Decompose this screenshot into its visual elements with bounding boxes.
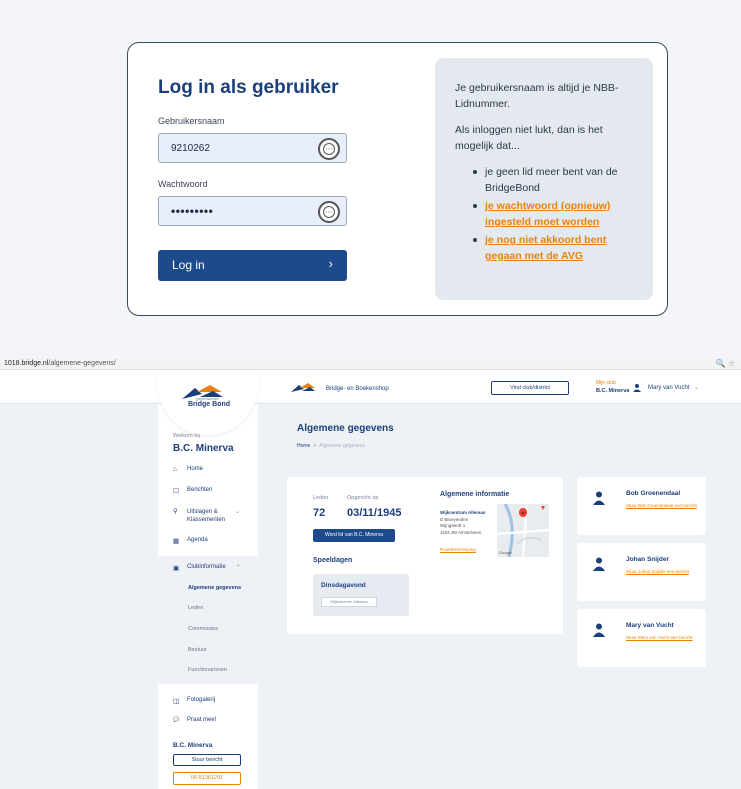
user-menu[interactable]: Mary van Vucht — [648, 385, 689, 391]
breadcrumb: Home > Algemene gegevens — [297, 443, 365, 449]
sidebar-sub-algemene-gegevens[interactable]: Algemene gegevens — [188, 585, 241, 591]
login-button-label: Log in — [172, 258, 205, 272]
logo-text: Bridge Bond — [188, 401, 230, 408]
password-manager-icon[interactable]: ⋯ — [318, 138, 340, 160]
person-icon — [593, 491, 605, 505]
route-link[interactable]: Routebeschrijving — [440, 547, 476, 552]
sidebar-sub-commissies[interactable]: Commissies — [188, 626, 218, 632]
home-icon: ⌂ — [173, 466, 177, 473]
contact-message-link[interactable]: Stuur Johan Snijder een bericht — [626, 568, 702, 575]
person-icon — [593, 623, 605, 637]
chevron-up-icon[interactable]: ⌃ — [236, 564, 241, 571]
login-card: Log in als gebruiker Gebruikersnaam 9210… — [127, 42, 668, 316]
sidebar-item-agenda[interactable]: ▦ Agenda — [173, 537, 208, 545]
reset-password-link[interactable]: je wachtwoord (opnieuw) ingesteld moet w… — [485, 200, 610, 228]
sidebar-item-berichten[interactable]: ☐ Berichten — [173, 487, 212, 495]
contact-name: Bob Groenendaal — [626, 490, 681, 497]
avg-agreement-link[interactable]: je nog niet akkoord bent gegaan met de A… — [485, 234, 606, 262]
location-map[interactable]: Google — [497, 504, 549, 557]
sidebar-item-fotogalerij[interactable]: ◫ Fotogalerij — [173, 697, 215, 705]
username-label: Gebruikersnaam — [158, 116, 225, 126]
password-label: Wachtwoord — [158, 179, 208, 189]
login-button[interactable]: Log in › — [158, 250, 347, 281]
user-icon — [633, 384, 641, 392]
founded-label: Opgericht op — [347, 495, 379, 501]
find-club-button[interactable]: Vind club/district — [491, 381, 569, 395]
help-text-username: Je gebruikersnaam is altijd je NBB-Lidnu… — [455, 82, 619, 110]
site-header: Bridge- en Boekenshop Vind club/district… — [0, 371, 741, 404]
my-club-label: Mijn club — [596, 380, 616, 386]
members-label: Leden — [313, 495, 329, 501]
info-icon: ▣ — [173, 565, 180, 572]
sidebar-item-uitslagen[interactable]: ⚲ Uitslagen & Klassementen ⌄ — [173, 508, 240, 524]
login-help-box: Je gebruikersnaam is altijd je NBB-Lidnu… — [435, 58, 653, 300]
page-title: Algemene gegevens — [297, 423, 394, 434]
calendar-icon: ▦ — [173, 538, 180, 545]
general-info-title: Algemene informatie — [440, 491, 510, 498]
contact-card: Bob Groenendaal Stuur Bob Groenendaal ee… — [577, 477, 706, 535]
my-club-name[interactable]: B.C. Minerva — [596, 388, 629, 394]
sidebar-club-name: B.C. Minerva — [173, 742, 213, 749]
help-text-intro: Als inloggen niet lukt, dan is het mogel… — [455, 124, 603, 152]
login-section: Log in als gebruiker Gebruikersnaam 9210… — [0, 0, 741, 358]
browser-address-bar[interactable]: 1018.bridge.nl/algemene-gegevens/ 🔍 ☆ — [0, 358, 741, 370]
sidebar-item-praat-mee[interactable]: 💬 Praat mee! — [173, 717, 216, 723]
club-title: B.C. Minerva — [173, 443, 234, 454]
contact-message-link[interactable]: Stuur Bob Groenendaal een bericht — [626, 502, 702, 509]
playing-days-title: Speeldagen — [313, 557, 353, 564]
address: Wijkcentrum Alleman D Bloeyenden Wijngae… — [440, 510, 486, 535]
map-graphic: Google — [497, 504, 549, 557]
send-message-button[interactable]: Stuur bericht — [173, 754, 241, 766]
phone-button[interactable]: 06-51361291 — [173, 772, 241, 785]
founded-value: 03/11/1945 — [347, 507, 402, 519]
sidebar-submenu — [158, 556, 258, 682]
breadcrumb-home[interactable]: Home — [297, 443, 310, 449]
password-field[interactable]: ••••••••• ⋯ — [158, 196, 347, 226]
sidebar-item-home[interactable]: ⌂ Home — [173, 466, 203, 473]
help-item-no-member: je geen lid meer bent van de BridgeBond — [473, 164, 633, 196]
bridgebond-small-logo-icon[interactable] — [290, 382, 316, 394]
url-text[interactable]: 1018.bridge.nl/algemene-gegevens/ — [4, 360, 116, 367]
login-title: Log in als gebruiker — [158, 77, 339, 98]
breadcrumb-current: Algemene gegevens — [319, 443, 365, 449]
chevron-down-icon[interactable]: ⌄ — [235, 508, 240, 516]
person-icon — [593, 557, 605, 571]
zoom-icon[interactable]: 🔍 ☆ — [716, 359, 735, 368]
message-icon: ☐ — [173, 488, 179, 495]
camera-icon: ◫ — [173, 698, 180, 705]
contact-message-link[interactable]: Stuur Mary van Vucht een bericht — [626, 634, 702, 641]
password-manager-icon[interactable]: ⋯ — [318, 201, 340, 223]
trophy-icon: ⚲ — [173, 508, 178, 515]
contact-name: Mary van Vucht — [626, 622, 674, 629]
playing-day-card: Dinsdagavond Wijkcentrum Alleman — [313, 574, 409, 616]
breadcrumb-separator: > — [313, 443, 317, 449]
password-value: ••••••••• — [171, 204, 214, 218]
contact-name: Johan Snijder — [626, 556, 669, 563]
become-member-button[interactable]: Word lid van B.C. Minerva — [313, 529, 395, 542]
svg-text:Google: Google — [499, 550, 513, 555]
sidebar-sub-leden[interactable]: Leden — [188, 605, 203, 611]
playing-day-location: Wijkcentrum Alleman — [321, 597, 377, 607]
contact-card: Johan Snijder Stuur Johan Snijder een be… — [577, 543, 706, 601]
username-field[interactable]: 9210262 ⋯ — [158, 133, 347, 163]
username-value: 9210262 — [171, 143, 210, 154]
contact-card: Mary van Vucht Stuur Mary van Vucht een … — [577, 609, 706, 667]
sidebar-sub-bestuur[interactable]: Bestuur — [188, 647, 207, 653]
members-value: 72 — [313, 507, 326, 519]
chat-icon: 💬 — [173, 717, 180, 723]
help-list: je geen lid meer bent van de BridgeBond … — [455, 164, 633, 264]
chevron-down-icon[interactable]: ⌄ — [694, 384, 699, 391]
welcome-label: Welkom bij — [173, 433, 200, 439]
club-site: Bridge- en Boekenshop Vind club/district… — [0, 371, 741, 789]
sidebar-sub-functionarissen[interactable]: Functionarissen — [188, 667, 227, 673]
sidebar-item-clubinformatie[interactable]: ▣ Clubinformatie ⌃ — [173, 564, 241, 572]
chevron-right-icon: › — [328, 256, 333, 271]
playing-day-name: Dinsdagavond — [321, 582, 366, 589]
shop-link[interactable]: Bridge- en Boekenshop — [326, 386, 389, 392]
